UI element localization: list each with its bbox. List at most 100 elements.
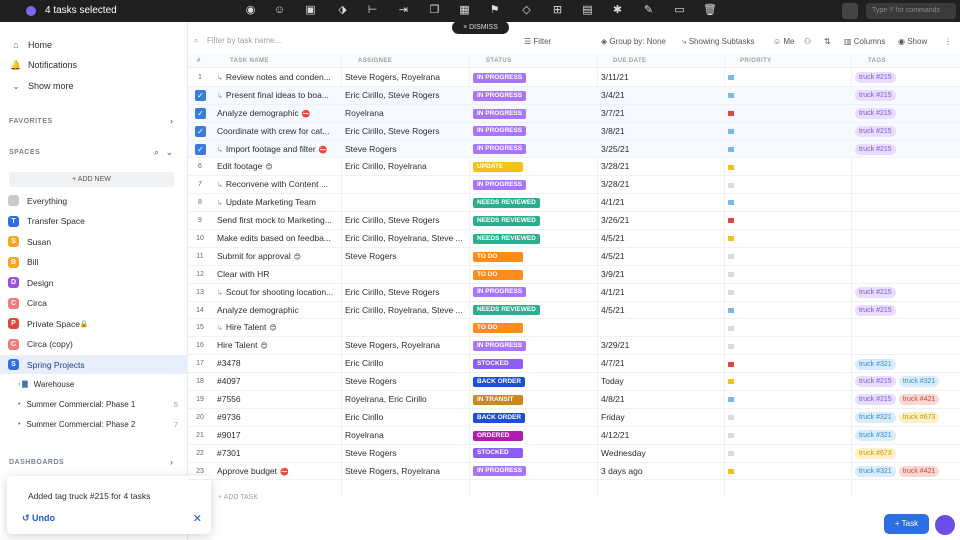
col-assignee[interactable]: ASSIGNEE xyxy=(358,58,392,64)
priority-cell[interactable] xyxy=(728,302,748,320)
tag-pill[interactable]: truck #673 xyxy=(855,447,896,459)
task-name-cell[interactable]: #9017 xyxy=(217,427,341,445)
sidebar-item-show-more[interactable]: ⌄ Show more xyxy=(10,78,73,94)
due-date-cell[interactable]: Friday xyxy=(601,409,721,427)
priority-cell[interactable] xyxy=(728,123,748,141)
priority-flag-icon[interactable]: ⚑ xyxy=(488,4,501,17)
row-number[interactable]: 15 xyxy=(190,319,210,337)
tags-cell[interactable] xyxy=(855,158,960,176)
spaces-header[interactable]: SPACES xyxy=(9,149,40,156)
due-date-cell[interactable]: Today xyxy=(601,373,721,391)
col-task-name[interactable]: TASK NAME xyxy=(230,58,269,64)
due-date-cell[interactable]: 3/28/21 xyxy=(601,176,721,194)
due-date-cell[interactable]: 4/7/21 xyxy=(601,355,721,373)
priority-cell[interactable] xyxy=(728,194,748,212)
tag-pill[interactable]: truck #215 xyxy=(855,143,896,155)
priority-cell[interactable] xyxy=(728,69,748,87)
due-date-cell[interactable]: 3/26/21 xyxy=(601,212,721,230)
assign-user-icon[interactable]: ☺ xyxy=(273,4,286,17)
task-name-cell[interactable]: Submit for approval 😊 xyxy=(217,248,341,266)
row-number[interactable]: 8 xyxy=(190,194,210,212)
sidebar-space-item[interactable]: B Bill xyxy=(8,253,186,272)
undo-button[interactable]: ↺ Undo xyxy=(22,513,55,524)
tags-cell[interactable]: truck #215 xyxy=(855,69,960,87)
tags-cell[interactable] xyxy=(855,337,960,355)
table-row[interactable]: 10 Make edits based on feedba... Eric Ciri… xyxy=(188,230,960,248)
tag-pill[interactable]: truck #215 xyxy=(855,108,896,120)
col-tags[interactable]: TAGS xyxy=(868,58,886,64)
sidebar-space-item[interactable]: Everything xyxy=(8,191,186,210)
row-number[interactable]: 17 xyxy=(190,355,210,373)
priority-cell[interactable] xyxy=(728,355,748,373)
status-cell[interactable]: IN PROGRESS xyxy=(473,463,595,481)
row-number[interactable]: 6 xyxy=(190,158,210,176)
archive-icon[interactable]: ▭ xyxy=(673,4,686,17)
assignee-cell[interactable]: Royelrana xyxy=(345,427,469,445)
sidebar-folder-item[interactable]: • Summer Commercial: Phase 2 7 xyxy=(18,416,178,434)
row-number[interactable]: 12 xyxy=(190,266,210,284)
search-icon[interactable]: ⌕ xyxy=(154,147,159,158)
tags-cell[interactable] xyxy=(855,212,960,230)
table-row[interactable]: ✓ Coordinate with crew for cat... Eric Cir… xyxy=(188,122,960,141)
status-cell[interactable]: IN TRANSIT xyxy=(473,391,595,409)
filter-button[interactable]: ☰ Filter xyxy=(524,37,551,46)
assignee-cell[interactable]: Eric Cirillo, Royelrana xyxy=(345,158,469,176)
sidebar-folder-item[interactable]: › ▇ Warehouse xyxy=(18,375,178,393)
tag-pill[interactable]: truck #215 xyxy=(855,286,896,298)
row-checkbox[interactable]: ✓ xyxy=(195,107,206,119)
priority-cell[interactable] xyxy=(728,87,748,105)
row-number[interactable]: 10 xyxy=(190,230,210,248)
status-cell[interactable]: NEEDS REVIEWED xyxy=(473,194,595,212)
assignee-cell[interactable] xyxy=(345,194,469,212)
due-date-cell[interactable]: 4/5/21 xyxy=(601,230,721,248)
sidebar-space-item[interactable]: P Private Space 🔒 xyxy=(8,314,186,333)
chevron-down-icon[interactable]: ⌄ xyxy=(165,147,173,158)
priority-cell[interactable] xyxy=(728,373,748,391)
new-task-button[interactable]: + Task xyxy=(884,514,929,534)
due-date-cell[interactable]: 3/8/21 xyxy=(601,123,721,141)
tag-pill[interactable]: truck #421 xyxy=(898,465,940,477)
task-name-cell[interactable]: Make edits based on feedba... xyxy=(217,230,341,248)
status-cell[interactable]: TO DO xyxy=(473,266,595,284)
priority-cell[interactable] xyxy=(728,105,748,123)
task-search-input[interactable]: Filter by task name... xyxy=(207,36,281,45)
task-name-cell[interactable]: Clear with HR xyxy=(217,266,341,284)
due-date-cell[interactable]: 3/29/21 xyxy=(601,337,721,355)
col-status[interactable]: STATUS xyxy=(486,58,512,64)
due-date-cell[interactable]: 3/28/21 xyxy=(601,158,721,176)
status-cell[interactable]: IN PROGRESS xyxy=(473,284,595,302)
task-name-cell[interactable]: ↳ Import footage and filter ⛔ xyxy=(217,141,341,159)
assignee-cell[interactable]: Eric Cirillo, Royelrana, Steve ... xyxy=(345,230,469,248)
row-number[interactable]: 16 xyxy=(190,337,210,355)
tag-pill[interactable]: truck #321 xyxy=(855,412,896,424)
task-name-cell[interactable]: Analyze demographic ⛔ xyxy=(217,105,341,123)
tags-cell[interactable]: truck #215 xyxy=(855,105,960,123)
tags-cell[interactable] xyxy=(855,248,960,266)
row-number[interactable]: 1 xyxy=(190,69,210,87)
assignee-cell[interactable]: Steve Rogers xyxy=(345,141,469,159)
tag-pill[interactable]: truck #215 xyxy=(855,304,896,316)
dashboards-header[interactable]: DASHBOARDS xyxy=(9,459,64,466)
tags-cell[interactable] xyxy=(855,319,960,337)
status-cell[interactable]: UPDATE xyxy=(473,158,595,176)
sidebar-space-item[interactable]: D Design xyxy=(8,273,186,292)
add-task-button[interactable]: + ADD TASK xyxy=(218,494,258,501)
assignee-cell[interactable]: Steve Rogers xyxy=(345,445,469,463)
tags-cell[interactable]: truck #321 truck #421 xyxy=(855,463,960,481)
task-name-cell[interactable]: #9736 xyxy=(217,409,341,427)
tags-cell[interactable] xyxy=(855,194,960,212)
row-number[interactable]: 13 xyxy=(190,284,210,302)
row-number[interactable]: 20 xyxy=(190,409,210,427)
tag-pill[interactable]: truck #215 xyxy=(855,394,896,406)
chevron-right-icon[interactable]: › xyxy=(170,457,173,467)
task-name-cell[interactable]: ↳ Present final ideas to boa... xyxy=(217,87,341,105)
task-name-cell[interactable]: Send first mock to Marketing... xyxy=(217,212,341,230)
trash-icon[interactable]: 🗑 xyxy=(703,4,717,17)
row-number[interactable]: 22 xyxy=(190,445,210,463)
status-cell[interactable]: TO DO xyxy=(473,319,595,337)
tag-pill[interactable]: truck #673 xyxy=(898,412,940,424)
move-icon[interactable]: ⇥ xyxy=(397,4,410,17)
task-name-cell[interactable]: #4097 xyxy=(217,373,341,391)
assignee-cell[interactable] xyxy=(345,266,469,284)
tag-pill[interactable]: truck #215 xyxy=(855,125,896,137)
